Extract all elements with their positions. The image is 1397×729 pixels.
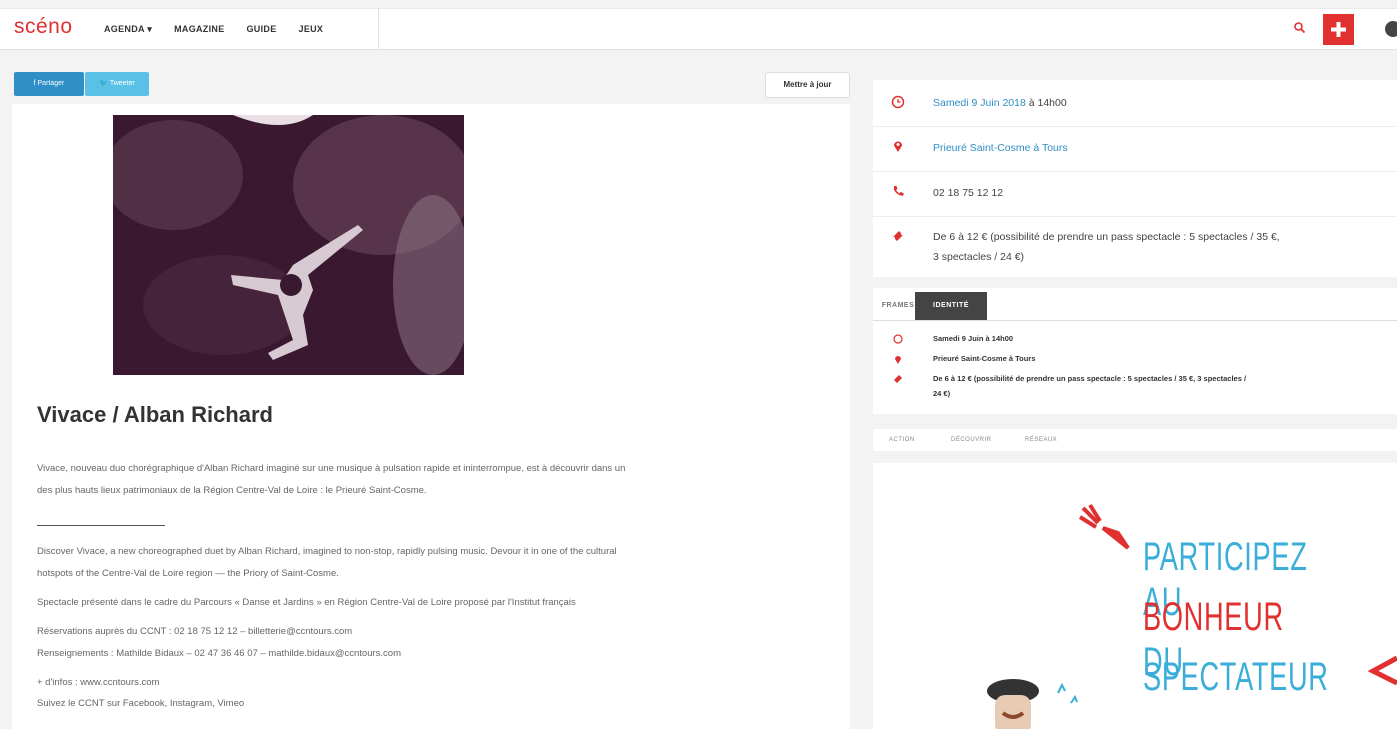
- reservation-line: Réservations auprès du CCNT : 02 18 75 1…: [37, 626, 353, 637]
- firework-icon: [1078, 503, 1130, 550]
- search-icon[interactable]: [1293, 21, 1309, 37]
- description-line: Discover Vivace, a new choreographed due…: [37, 546, 617, 557]
- event-title: Vivace / Alban Richard: [37, 402, 273, 427]
- map-pin-icon: [891, 139, 905, 153]
- add-event-button[interactable]: [1323, 14, 1354, 45]
- subtab-reseaux[interactable]: RÉSEAUX: [1025, 429, 1057, 451]
- description-line: hotspots of the Centre-Val de Loire regi…: [37, 568, 339, 579]
- subtab-decouvrir[interactable]: DÉCOUVRIR: [951, 429, 992, 451]
- tab-identite[interactable]: IDENTITÉ: [915, 292, 987, 320]
- widget-tabs-card: FRAMES IDENTITÉ Samedi 9 Juin à 14h00 Pr…: [873, 288, 1397, 414]
- site-logo[interactable]: scéno: [14, 15, 73, 39]
- event-date-link[interactable]: Samedi 9 Juin 2018: [933, 97, 1026, 109]
- facebook-share-button[interactable]: f Partager: [14, 72, 84, 96]
- event-place-link[interactable]: Prieuré Saint-Cosme à Tours: [933, 138, 1068, 158]
- map-pin-icon: [893, 354, 903, 364]
- arrow-icon: [1367, 655, 1397, 686]
- secondary-tabs: ACTION DÉCOUVRIR RÉSEAUX: [873, 429, 1397, 451]
- mini-date: Samedi 9 Juin à 14h00: [933, 334, 1014, 343]
- follow-line: Suivez le CCNT sur Facebook, Instagram, …: [37, 698, 245, 709]
- divider: [37, 525, 165, 526]
- mini-price: De 6 à 12 € (possibilité de prendre un p…: [933, 374, 1247, 398]
- description-line: des plus hauts lieux patrimoniaux de la …: [37, 485, 427, 496]
- price-row: De 6 à 12 € (possibilité de prendre un p…: [873, 217, 1397, 277]
- advertisement-banner[interactable]: PARTICIPEZ AU BONHEUR DU SPECTATEUR: [873, 463, 1397, 729]
- mini-place: Prieuré Saint-Cosme à Tours: [933, 354, 1036, 363]
- ticket-icon: [893, 374, 903, 384]
- clock-icon: [891, 95, 905, 109]
- nav-agenda[interactable]: AGENDA ▾: [104, 24, 152, 35]
- subtab-action[interactable]: ACTION: [889, 429, 915, 451]
- nav-divider: [378, 9, 379, 49]
- main-nav: AGENDA ▾ MAGAZINE GUIDE JEUX: [104, 9, 345, 49]
- user-avatar-icon[interactable]: [1385, 21, 1397, 37]
- nav-jeux[interactable]: JEUX: [299, 24, 324, 34]
- nav-magazine[interactable]: MAGAZINE: [174, 24, 224, 34]
- tab-divider: [873, 320, 1397, 321]
- plus-icon: [1331, 22, 1346, 37]
- clock-icon: [893, 334, 903, 344]
- phone-icon: [891, 184, 905, 198]
- ticket-icon: [891, 229, 905, 243]
- event-info-card: Samedi 9 Juin 2018 à 14h00 Prieuré Saint…: [873, 80, 1397, 277]
- event-price: De 6 à 12 € (possibilité de prendre un p…: [933, 231, 1280, 263]
- description-line: Spectacle présenté dans le cadre du Parc…: [37, 597, 576, 608]
- more-info-line: + d'infos : www.ccntours.com: [37, 677, 160, 688]
- place-row: Prieuré Saint-Cosme à Tours: [873, 127, 1397, 172]
- article-column: f Partager 🐦 Tweeter Mettre à jour Vivac…: [8, 66, 850, 729]
- twitter-share-button[interactable]: 🐦 Tweeter: [85, 72, 149, 96]
- article-card: Vivace / Alban Richard Vivace, nouveau d…: [12, 104, 850, 729]
- update-button[interactable]: Mettre à jour: [765, 72, 850, 98]
- top-navbar: scéno AGENDA ▾ MAGAZINE GUIDE JEUX: [0, 8, 1397, 50]
- tab-frames[interactable]: FRAMES: [879, 292, 917, 320]
- date-row: Samedi 9 Juin 2018 à 14h00: [873, 80, 1397, 127]
- spectator-illustration: [987, 679, 1078, 729]
- event-phone: 02 18 75 12 12: [933, 187, 1004, 199]
- description-line: Vivace, nouveau duo chorégraphique d'Alb…: [37, 463, 626, 474]
- ad-headline-line3: SPECTATEUR: [1143, 655, 1329, 699]
- event-time: à 14h00: [1025, 97, 1067, 109]
- phone-row: 02 18 75 12 12: [873, 172, 1397, 217]
- contact-line: Renseignements : Mathilde Bidaux – 02 47…: [37, 648, 401, 659]
- nav-guide[interactable]: GUIDE: [247, 24, 277, 34]
- event-photo: [113, 115, 464, 375]
